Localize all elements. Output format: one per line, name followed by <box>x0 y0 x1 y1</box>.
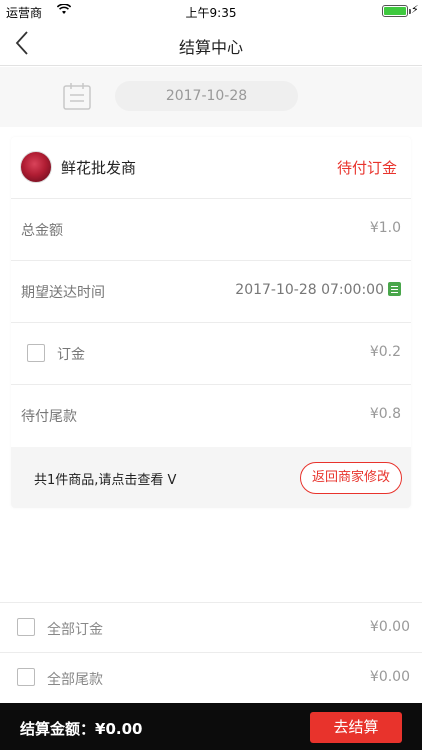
all-deposit-value: ¥0.00 <box>369 619 410 635</box>
date-picker[interactable]: 2017-10-28 <box>115 81 298 111</box>
delivery-time-row[interactable]: 期望送达时间 2017-10-28 07:00:00 <box>11 261 411 323</box>
page-title: 结算中心 <box>178 38 243 57</box>
total-amount-value: ¥1.0 <box>369 220 401 236</box>
deposit-checkbox[interactable] <box>27 344 45 362</box>
balance-label: 待付尾款 <box>21 409 77 425</box>
settlement-total: 结算金额：¥0.00 <box>20 720 143 738</box>
order-summary-band: 共1件商品,请点击查看 V 返回商家修改 <box>11 447 411 508</box>
order-card: 鲜花批发商 待付订金 总金额 ¥1.0 期望送达时间 2017-10-28 07… <box>11 137 411 508</box>
checkout-bar: 结算金额：¥0.00 去结算 <box>0 703 422 750</box>
total-amount-row: 总金额 ¥1.0 <box>11 199 411 261</box>
all-deposit-checkbox[interactable] <box>17 618 35 636</box>
all-balance-label: 全部尾款 <box>47 672 103 688</box>
delivery-time-value-wrap[interactable]: 2017-10-28 07:00:00 <box>235 282 401 298</box>
delivery-time-value: 2017-10-28 07:00:00 <box>235 282 384 298</box>
shop-avatar <box>20 151 52 183</box>
all-deposit-label: 全部订金 <box>47 622 103 638</box>
battery-level-fill <box>384 7 406 15</box>
status-bar: 运营商 上午9:35 ⚡ <box>0 0 422 22</box>
checkout-button[interactable]: 去结算 <box>310 712 402 743</box>
deposit-row: 订金 ¥0.2 <box>11 323 411 385</box>
deposit-label: 订金 <box>57 347 85 363</box>
status-time: 上午9:35 <box>185 6 237 20</box>
nav-bar: 结算中心 <box>0 22 422 66</box>
calendar-icon[interactable] <box>388 282 401 296</box>
shop-name: 鲜花批发商 <box>61 159 137 177</box>
total-amount-label: 总金额 <box>21 223 63 239</box>
all-balance-value: ¥0.00 <box>369 669 410 685</box>
all-deposit-row: 全部订金 ¥0.00 <box>0 602 422 652</box>
bolt-icon: ⚡ <box>411 3 419 16</box>
deposit-value: ¥0.2 <box>369 344 401 360</box>
view-items-link[interactable]: 共1件商品,请点击查看 V <box>34 469 176 488</box>
all-balance-checkbox[interactable] <box>17 668 35 686</box>
delivery-time-label: 期望送达时间 <box>21 285 105 301</box>
shop-row[interactable]: 鲜花批发商 待付订金 <box>11 137 411 199</box>
balance-value: ¥0.8 <box>369 406 401 422</box>
battery-icon <box>382 5 411 17</box>
calendar-icon[interactable] <box>62 82 92 110</box>
balance-row: 待付尾款 ¥0.8 <box>11 385 411 447</box>
order-status: 待付订金 <box>336 159 397 177</box>
return-to-shop-button[interactable]: 返回商家修改 <box>300 462 402 494</box>
all-balance-row: 全部尾款 ¥0.00 <box>0 652 422 702</box>
